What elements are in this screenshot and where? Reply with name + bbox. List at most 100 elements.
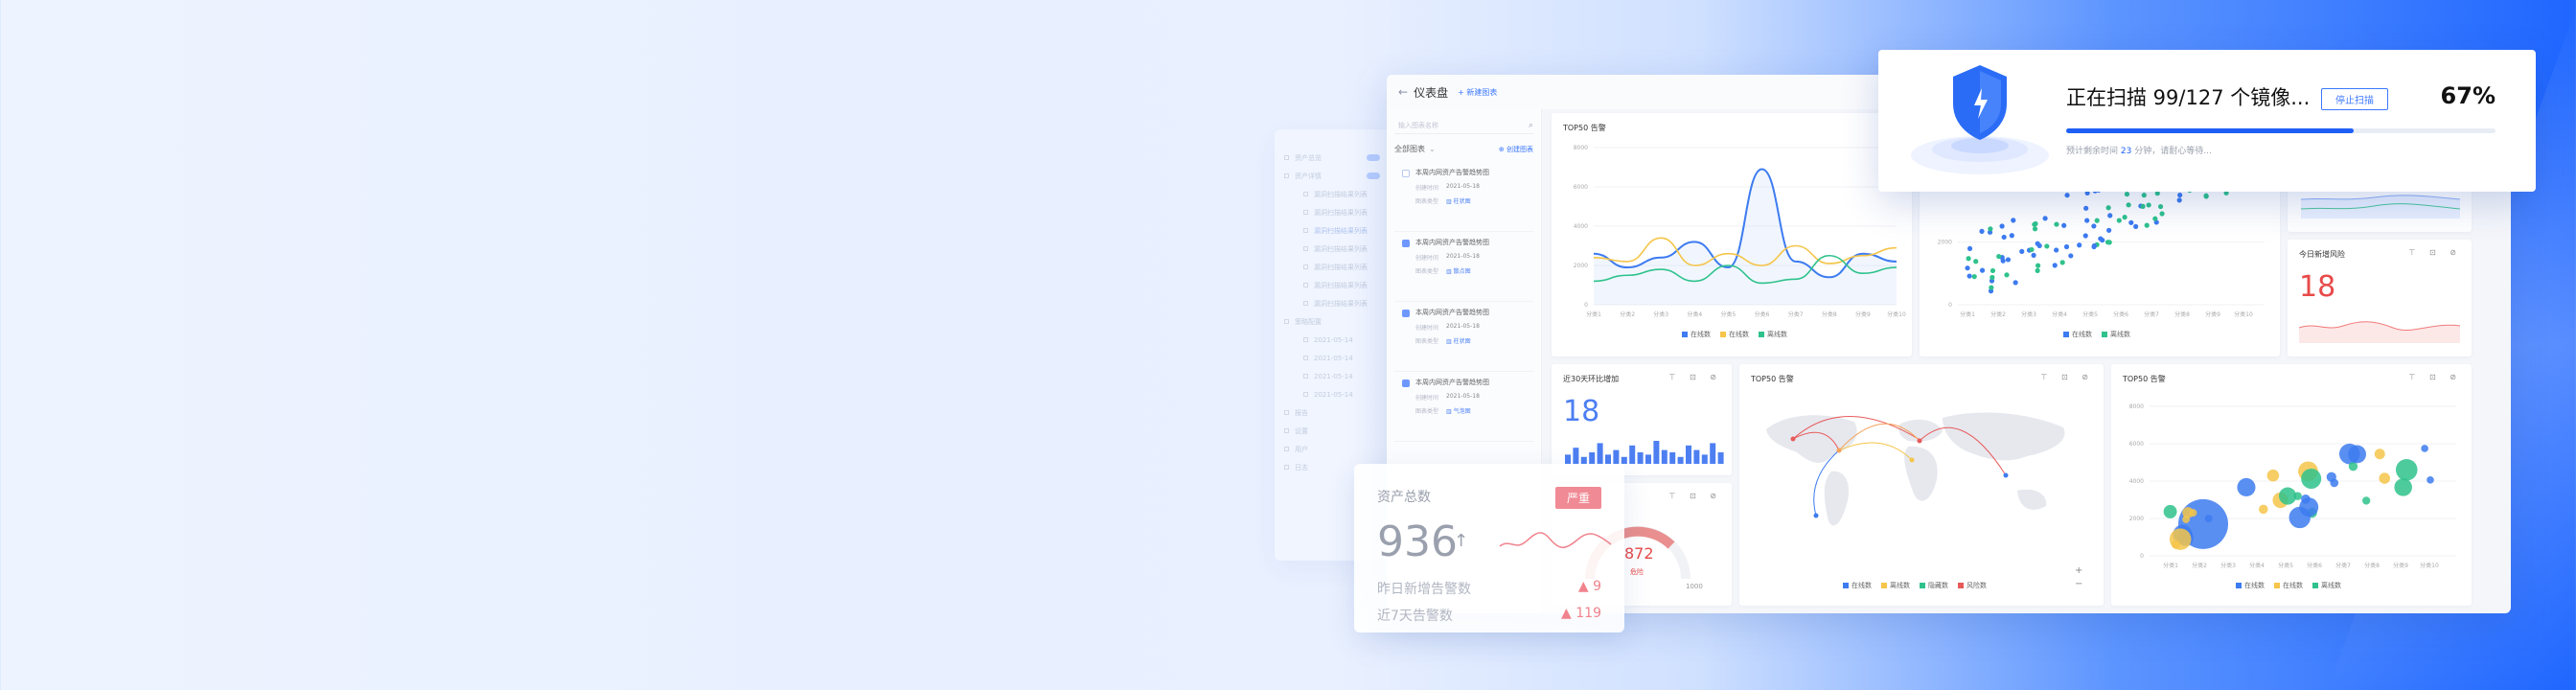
- legend-offline: 离线数: [2102, 330, 2130, 339]
- x-tick-label: 分类9: [1855, 310, 1871, 318]
- scatter-point: [2064, 193, 2070, 198]
- bubble-point: [2259, 504, 2268, 515]
- chart-filter-dropdown[interactable]: 全部图表: [1394, 144, 1425, 154]
- x-tick-label: 分类8: [2364, 562, 2380, 569]
- scatter-point: [2152, 216, 2158, 221]
- legend-offline: 离线数: [1759, 330, 1787, 339]
- x-tick-label: 分类5: [2278, 562, 2293, 569]
- y-tick-label: 2000: [1574, 263, 1588, 269]
- scatter-point: [2005, 257, 2012, 263]
- scatter-point: [2042, 216, 2048, 221]
- scan-percent: 67%: [2440, 82, 2496, 109]
- stat-row-label: 近7天告警数: [1377, 609, 1453, 624]
- arrow-up-icon: ↑: [1454, 531, 1469, 551]
- chart-item-type: 图表类型 ▥ 柱状图: [1415, 338, 1471, 345]
- bar: [1677, 456, 1684, 464]
- chevron-down-icon[interactable]: ⌄: [1429, 145, 1436, 153]
- chart-list-item[interactable]: 本周内网资产告警趋势图 创建时间 2021-05-18 图表类型 ▥ 柱状图: [1394, 162, 1533, 232]
- y-tick-label: 2000: [2129, 516, 2144, 522]
- chart-search-input[interactable]: 输入图表名称 ⌕: [1394, 117, 1533, 134]
- bar: [1693, 449, 1700, 464]
- scatter-point: [2128, 219, 2134, 225]
- scatter-point: [2157, 203, 2164, 210]
- chart-item-date: 创建时间 2021-05-18: [1415, 393, 1480, 402]
- scatter-point: [2054, 221, 2059, 227]
- gauge-label: 危险: [1630, 568, 1644, 576]
- chart-checkbox[interactable]: [1402, 240, 1410, 247]
- x-tick-label: 分类2: [1620, 310, 1635, 318]
- chart-list-item[interactable]: 本周内网资产告警趋势图 创建时间 2021-05-18 图表类型 ▥ 散点图: [1394, 232, 1533, 302]
- shield-icon: [1911, 65, 2049, 174]
- y-tick-label: 8000: [1574, 145, 1588, 151]
- bar: [1645, 454, 1651, 464]
- y-tick-label: 6000: [1574, 184, 1588, 191]
- chart-item-type: 图表类型 ▥ 散点图: [1415, 268, 1471, 275]
- bar: [1701, 454, 1708, 464]
- chart-item-name: 本周内网资产告警趋势图: [1415, 239, 1489, 246]
- scatter-point: [2001, 234, 2007, 241]
- x-tick-label: 分类1: [1960, 310, 1975, 318]
- new-chart-link[interactable]: + 新建图表: [1458, 87, 1497, 98]
- scatter-point: [2004, 272, 2010, 278]
- background-nav-item: 漏洞扫描结果列表: [1284, 185, 1380, 203]
- bubble-legend: 在线数 在线数 离线数: [2236, 581, 2341, 590]
- scatter-point: [1996, 253, 2002, 260]
- x-tick-label: 分类6: [2307, 562, 2322, 569]
- legend-online: 在线数: [2063, 330, 2092, 339]
- bar: [1589, 452, 1596, 464]
- x-tick-label: 分类2: [1990, 310, 2006, 318]
- scatter-point: [1973, 259, 1979, 264]
- x-tick-label: 分类7: [1788, 310, 1804, 318]
- legend-offline: 离线数: [2312, 581, 2341, 590]
- x-tick-label: 分类1: [1586, 310, 1601, 318]
- bubble-point: [2362, 496, 2371, 505]
- y-tick-label: 0: [1584, 302, 1588, 309]
- chart-list-item[interactable]: 本周内网资产告警趋势图 创建时间 2021-05-18 图表类型 ▥ 气泡图: [1394, 372, 1533, 442]
- chart-list-item[interactable]: 本周内网资产告警趋势图 创建时间 2021-05-18 图表类型 ▥ 柱状图: [1394, 302, 1533, 372]
- stat-row-label: 昨日新增告警数: [1377, 582, 1471, 597]
- scatter-point: [2104, 240, 2111, 245]
- chart-checkbox[interactable]: [1402, 380, 1410, 387]
- back-icon[interactable]: ←: [1398, 85, 1408, 99]
- scatter-point: [2091, 243, 2097, 250]
- background-nav-item: 2021-05-14: [1284, 385, 1380, 403]
- background-nav-item: 策略配置: [1284, 312, 1380, 331]
- create-chart-button[interactable]: ⊕ 创建图表: [1499, 145, 1533, 154]
- scatter-point: [1990, 267, 1996, 274]
- background-nav-item: 报告: [1284, 403, 1380, 422]
- x-tick-label: 分类9: [2393, 562, 2408, 569]
- x-tick-label: 分类6: [2113, 310, 2128, 318]
- scatter-point: [2077, 242, 2082, 248]
- scatter-point: [2052, 263, 2058, 268]
- x-tick-label: 分类4: [2052, 310, 2067, 318]
- scatter-point: [1979, 267, 1986, 273]
- legend-online-2: 在线数: [1720, 330, 1749, 339]
- scatter-legend: 在线数 离线数: [2063, 330, 2130, 339]
- bubble-point: [2330, 478, 2339, 488]
- bar: [1580, 456, 1587, 464]
- chart-checkbox[interactable]: [1402, 170, 1410, 177]
- legend-risk: 风险数: [1958, 581, 1987, 590]
- background-nav-item: 资产详情: [1284, 167, 1380, 185]
- bubble-point: [2379, 472, 2391, 484]
- legend-hidden: 隐藏数: [1920, 581, 1948, 590]
- y-tick-label: 6000: [2129, 441, 2144, 448]
- stop-scan-button[interactable]: 停止扫描: [2321, 88, 2388, 110]
- scatter-point: [2083, 205, 2089, 211]
- x-tick-label: 分类9: [2205, 310, 2220, 318]
- gauge-max: 1000: [1686, 583, 1703, 590]
- chart-item-type: 图表类型 ▥ 气泡图: [1415, 408, 1471, 415]
- bubble-point: [2293, 492, 2302, 500]
- chart-checkbox[interactable]: [1402, 310, 1410, 317]
- bubble-point: [2182, 507, 2194, 518]
- bar: [1613, 449, 1620, 464]
- bar: [1637, 452, 1644, 464]
- bar: [1653, 441, 1660, 464]
- scatter-point: [2044, 243, 2050, 249]
- scatter-point: [1971, 274, 1977, 280]
- thirty-day-widget: 近30天环比增加 ⊤ ⊡ ⊘ 18: [1552, 364, 1732, 475]
- y-tick-label: 0: [2140, 553, 2144, 560]
- scan-eta: 预计剩余时间 23 分钟，请耐心等待...: [2066, 144, 2212, 156]
- scatter-point: [1990, 274, 1995, 281]
- search-icon[interactable]: ⌕: [1529, 121, 1533, 130]
